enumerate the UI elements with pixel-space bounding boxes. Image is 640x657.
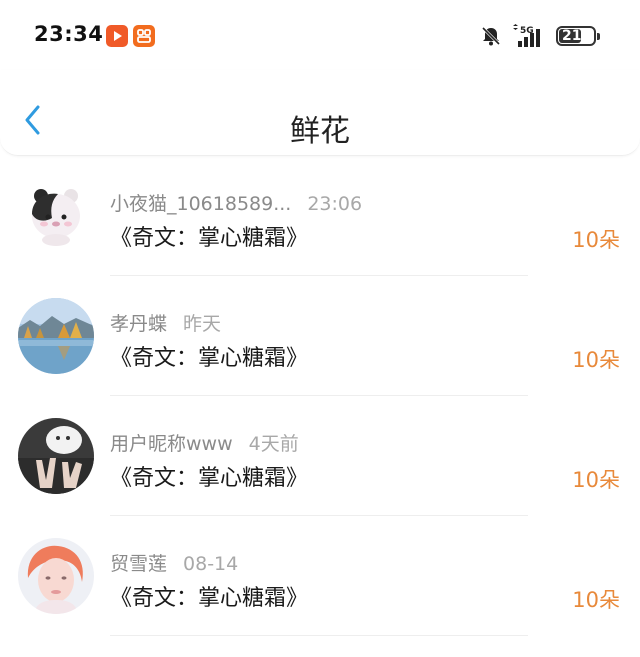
flower-count: 10朵 bbox=[572, 468, 620, 492]
nav-header: 鲜花 bbox=[0, 70, 640, 156]
list-item[interactable]: 小夜猫_10618589... 23:06 《奇文：掌心糖霜》 10朵 bbox=[0, 156, 640, 276]
list-item[interactable]: 用户昵称www 4天前 《奇文：掌心糖霜》 10朵 bbox=[0, 396, 640, 516]
video-app-icon bbox=[106, 25, 128, 47]
system-icons: 5G 21 bbox=[480, 24, 600, 50]
book-title[interactable]: 《奇文：掌心糖霜》 bbox=[110, 340, 308, 372]
signal-5g-icon: 5G bbox=[513, 24, 540, 47]
flower-count: 10朵 bbox=[572, 588, 620, 612]
avatar[interactable] bbox=[18, 178, 94, 254]
user-name[interactable]: 贸雪莲 bbox=[110, 553, 167, 575]
avatar[interactable] bbox=[18, 298, 94, 374]
flower-count: 10朵 bbox=[572, 348, 620, 372]
item-header: 孝丹蝶 昨天 bbox=[110, 309, 221, 336]
flower-gift-list: 小夜猫_10618589... 23:06 《奇文：掌心糖霜》 10朵 孝丹蝶 昨天 bbox=[0, 156, 640, 636]
user-name[interactable]: 用户昵称www bbox=[110, 433, 233, 455]
battery-icon: 21 bbox=[556, 26, 600, 46]
battery-level: 21 bbox=[562, 28, 582, 44]
app-notification-icon bbox=[133, 25, 155, 47]
list-item[interactable]: 孝丹蝶 昨天 《奇文：掌心糖霜》 10朵 bbox=[0, 276, 640, 396]
list-item[interactable]: 贸雪莲 08-14 《奇文：掌心糖霜》 10朵 bbox=[0, 516, 640, 636]
item-header: 小夜猫_10618589... 23:06 bbox=[110, 189, 362, 216]
mute-bell-icon bbox=[481, 26, 501, 46]
page-title: 鲜花 bbox=[290, 114, 350, 149]
item-header: 用户昵称www 4天前 bbox=[110, 429, 299, 456]
time-stamp: 4天前 bbox=[248, 433, 299, 455]
book-title[interactable]: 《奇文：掌心糖霜》 bbox=[110, 460, 308, 492]
time-stamp: 08-14 bbox=[183, 553, 239, 575]
time-stamp: 23:06 bbox=[307, 193, 363, 215]
book-title[interactable]: 《奇文：掌心糖霜》 bbox=[110, 220, 308, 252]
user-name[interactable]: 小夜猫_10618589... bbox=[110, 193, 291, 215]
avatar[interactable] bbox=[18, 538, 94, 614]
divider bbox=[110, 635, 528, 636]
status-bar: 23:34 5G 21 bbox=[0, 0, 640, 70]
avatar[interactable] bbox=[18, 418, 94, 494]
book-title[interactable]: 《奇文：掌心糖霜》 bbox=[110, 580, 308, 612]
status-time: 23:34 bbox=[34, 22, 104, 46]
user-name[interactable]: 孝丹蝶 bbox=[110, 313, 167, 335]
time-stamp: 昨天 bbox=[183, 313, 222, 335]
flower-count: 10朵 bbox=[572, 228, 620, 252]
item-header: 贸雪莲 08-14 bbox=[110, 549, 238, 576]
